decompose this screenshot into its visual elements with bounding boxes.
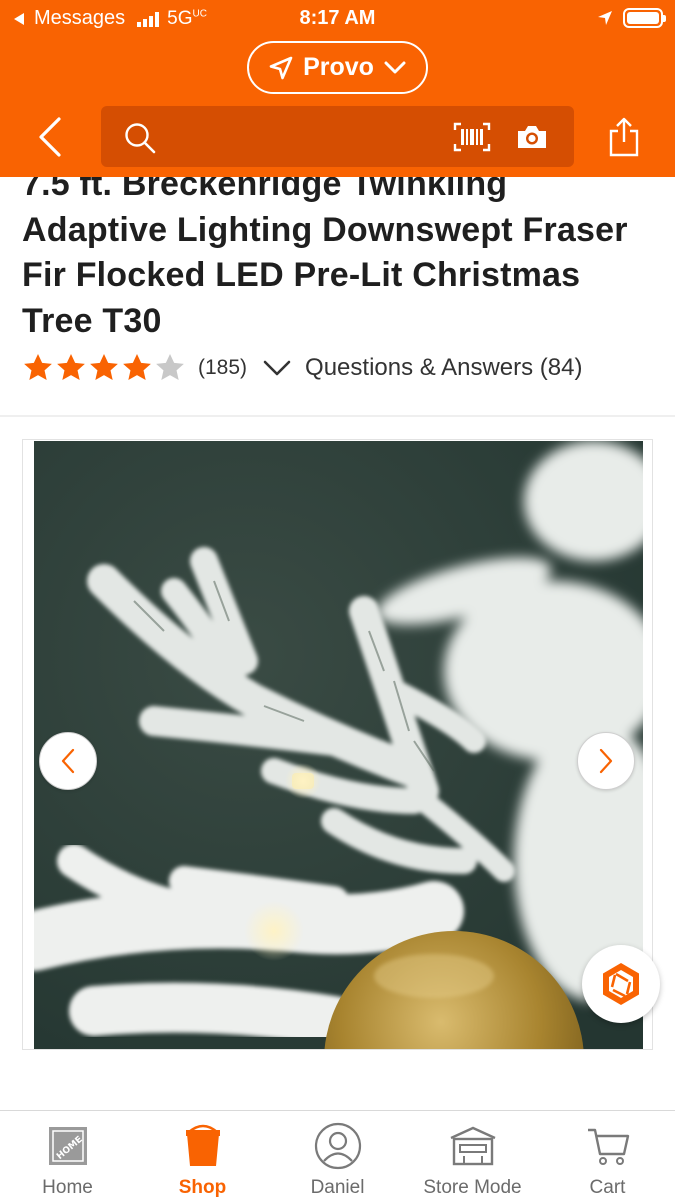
share-button[interactable] [604, 114, 644, 160]
store-name: Provo [303, 53, 374, 81]
camera-icon[interactable] [515, 122, 549, 152]
view-in-room-button[interactable] [582, 945, 660, 1023]
status-bar: Messages 5GUC 8:17 AM [0, 0, 675, 38]
star-rating[interactable] [22, 352, 186, 384]
tab-account[interactable]: Daniel [270, 1111, 405, 1200]
product-image[interactable] [34, 441, 643, 1049]
back-button[interactable] [30, 114, 70, 160]
review-count[interactable]: (185) [198, 356, 247, 380]
expand-reviews-button[interactable] [263, 359, 291, 377]
tab-home[interactable]: HOME Home [0, 1111, 135, 1200]
app-header: Messages 5GUC 8:17 AM Provo [0, 0, 675, 177]
share-icon [609, 117, 639, 157]
tab-cart[interactable]: Cart [540, 1111, 675, 1200]
rating-row: (185) Questions & Answers (84) [22, 350, 582, 386]
location-arrow-icon [269, 56, 293, 79]
star-filled-icon [24, 354, 52, 380]
tab-label: Store Mode [423, 1177, 522, 1198]
carousel-next-button[interactable] [577, 732, 635, 790]
location-services-icon [598, 11, 612, 25]
status-time: 8:17 AM [299, 7, 376, 29]
chevron-left-icon [61, 748, 75, 774]
product-image-carousel[interactable] [22, 439, 653, 1050]
battery-icon [623, 8, 666, 28]
tab-label: Cart [589, 1177, 626, 1198]
star-empty-icon [156, 354, 184, 380]
cart-icon [540, 1123, 675, 1169]
section-divider [0, 415, 675, 417]
tab-label: Shop [178, 1177, 227, 1198]
shop-bucket-icon [135, 1123, 270, 1169]
tab-store-mode[interactable]: Store Mode [405, 1111, 540, 1200]
store-selector-button[interactable]: Provo [247, 41, 428, 94]
barcode-icon[interactable] [453, 122, 491, 152]
chevron-right-icon [599, 748, 613, 774]
star-filled-icon [57, 354, 85, 380]
home-depot-logo-icon: HOME [0, 1123, 135, 1169]
product-photo [34, 441, 643, 1049]
questions-answers-link[interactable]: Questions & Answers (84) [305, 354, 582, 382]
chevron-down-icon [263, 360, 291, 376]
star-filled-icon [90, 354, 118, 380]
tab-label: Daniel [310, 1177, 365, 1198]
back-chevron-icon [39, 117, 61, 157]
account-icon [270, 1122, 405, 1170]
store-icon [405, 1123, 540, 1169]
status-right [597, 8, 666, 28]
hexagon-ar-icon [603, 963, 639, 1005]
tab-label: Home [42, 1177, 93, 1198]
bottom-tab-bar: HOME Home Shop Daniel Store Mode Cart [0, 1110, 675, 1200]
chevron-down-icon [384, 61, 406, 73]
carousel-prev-button[interactable] [39, 732, 97, 790]
tab-shop[interactable]: Shop [135, 1111, 270, 1200]
search-bar[interactable] [101, 106, 574, 167]
search-icon [125, 123, 156, 154]
star-filled-icon [123, 354, 151, 380]
search-input[interactable] [167, 118, 437, 154]
product-title: 7.5 ft. Breckenridge Twinkling Adaptive … [22, 165, 628, 340]
